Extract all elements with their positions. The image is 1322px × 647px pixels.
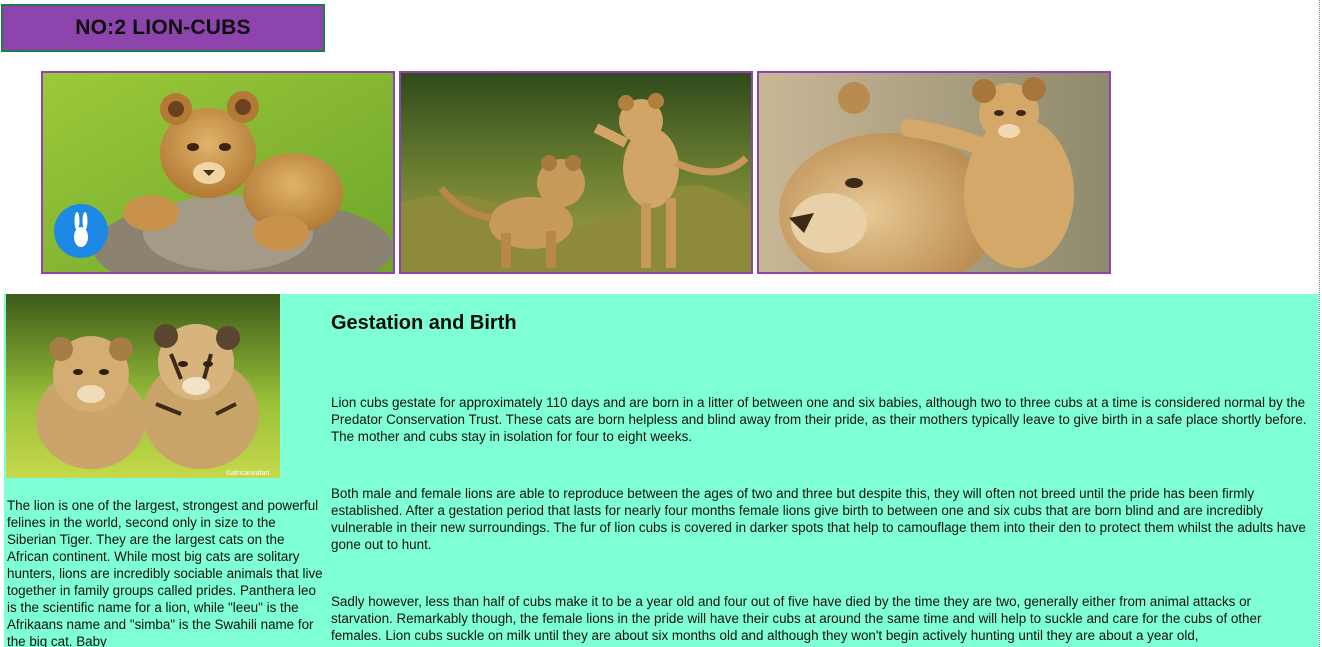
intro-text: The lion is one of the largest, stronges…: [7, 498, 323, 647]
article-paragraph: Lion cubs gestate for approximately 110 …: [331, 395, 1307, 444]
scrollbar-edge: [1319, 0, 1320, 647]
lion-and-tiger-cubs-photo[interactable]: ©africansafari: [6, 294, 280, 478]
page-title: NO:2 LION-CUBS: [1, 4, 325, 52]
article-paragraph: Both male and female lions are able to r…: [331, 486, 1306, 552]
page: NO:2 LION-CUBS ©africansafari The lion i…: [0, 0, 1322, 647]
photo-watermark: ©africansafari: [226, 469, 270, 477]
article-paragraph: Sadly however, less than half of cubs ma…: [331, 594, 1262, 643]
lion-cub-on-rock-photo[interactable]: [41, 71, 395, 274]
two-lion-cubs-playing-photo[interactable]: [399, 71, 753, 274]
article-heading: Gestation and Birth: [331, 312, 517, 334]
main-content-section: ©africansafari The lion is one of the la…: [4, 294, 1319, 647]
lioness-with-cub-photo[interactable]: [757, 71, 1111, 274]
